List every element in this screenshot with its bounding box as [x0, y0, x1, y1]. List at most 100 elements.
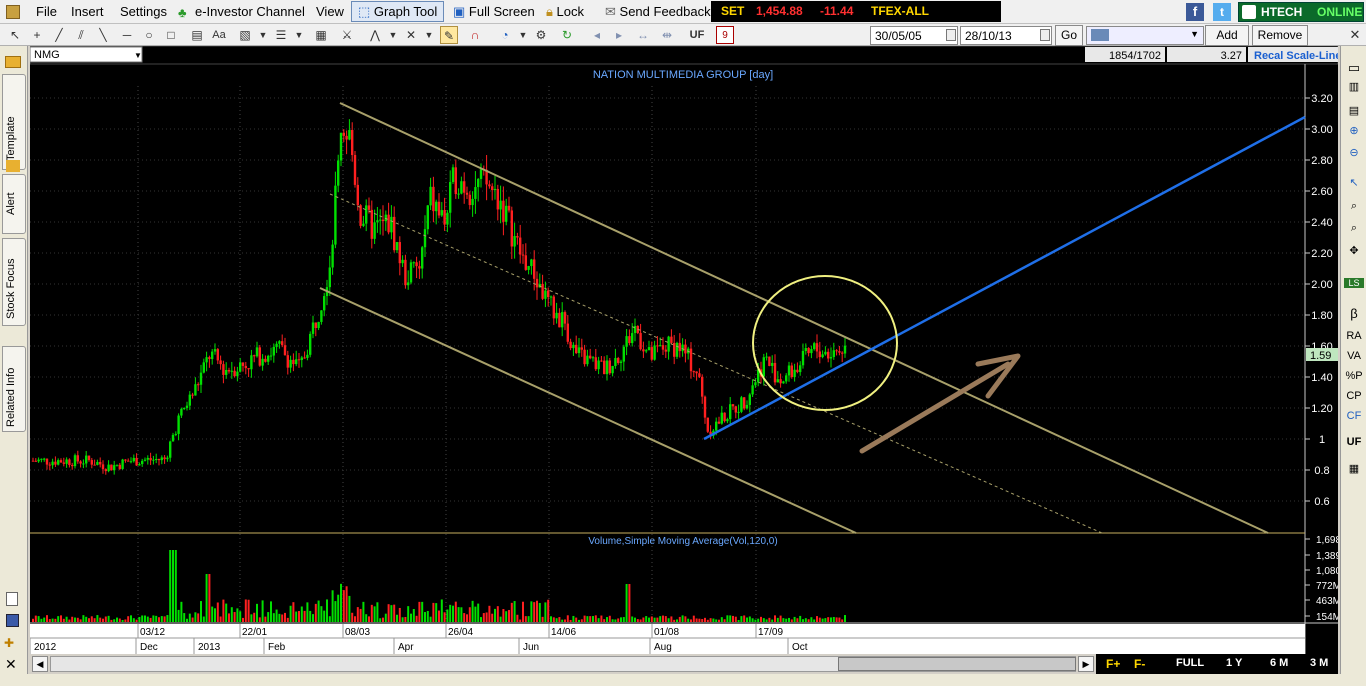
trendline[interactable]: [703, 115, 1306, 441]
template-select[interactable]: ▼: [1086, 26, 1204, 45]
volume-bar: [799, 615, 802, 622]
pan-icon[interactable]: ✥: [1344, 244, 1364, 257]
date-from-field[interactable]: 30/05/05: [870, 26, 958, 45]
magnify-out-icon[interactable]: ⌕: [1344, 222, 1364, 235]
uf-button[interactable]: UF: [688, 26, 706, 44]
add-button[interactable]: Add: [1205, 25, 1249, 46]
menu-settings[interactable]: Settings: [120, 4, 167, 19]
tool-percent-p[interactable]: %P: [1344, 370, 1364, 382]
tab-template[interactable]: Template: [2, 74, 26, 170]
close-panel-icon[interactable]: ✕: [5, 656, 17, 673]
chevron-down-icon[interactable]: ▼: [254, 26, 272, 44]
full-screen-button[interactable]: ▣ Full Screen: [446, 1, 542, 22]
close-icon[interactable]: ✕: [1346, 26, 1364, 44]
zoom-in-icon[interactable]: ⊕: [1344, 124, 1364, 137]
line-tool-icon[interactable]: ╱: [50, 26, 68, 44]
tool-ra[interactable]: RA: [1344, 330, 1364, 342]
volume-bar: [214, 608, 216, 622]
crosshair-icon[interactable]: +: [28, 26, 46, 44]
layout-icon[interactable]: ▤: [1344, 104, 1364, 117]
pointer-icon[interactable]: ↖: [6, 26, 24, 44]
expand-icon[interactable]: ↔: [634, 26, 652, 44]
beta-icon[interactable]: β: [1344, 306, 1364, 321]
channel-upper-line[interactable]: [339, 102, 1269, 534]
fibonacci-icon[interactable]: ▧: [236, 26, 254, 44]
magnet-icon[interactable]: ∩: [466, 26, 484, 44]
delete-drawing-icon[interactable]: ✕: [402, 26, 420, 44]
calendar-picker-icon[interactable]: [946, 29, 956, 41]
pencil-icon[interactable]: ✎: [440, 26, 458, 44]
range-6m-button[interactable]: 6 M: [1270, 657, 1288, 669]
zoom-out-icon[interactable]: ⊖: [1344, 146, 1364, 159]
scroll-right-icon[interactable]: ▶: [1078, 656, 1094, 672]
send-feedback-button[interactable]: ✉ Send Feedback: [598, 1, 718, 22]
rectangle-tool-icon[interactable]: □: [162, 26, 180, 44]
tab-stock-focus[interactable]: Stock Focus: [2, 238, 26, 326]
lock-button[interactable]: 🔒︎ Lock: [539, 1, 591, 22]
price-chart-panel[interactable]: NMG ▼ 1854/1702 3.27 Recal Scale-Line NA…: [29, 45, 1349, 654]
scrollbar-thumb[interactable]: [838, 657, 1076, 671]
volume-bar: [600, 615, 603, 622]
chart-settings-icon[interactable]: ▥: [1344, 80, 1364, 93]
range-full-button[interactable]: FULL: [1176, 657, 1204, 669]
tool-cf[interactable]: CF: [1344, 410, 1364, 422]
chevron-down-icon[interactable]: ▼: [384, 26, 402, 44]
wave-tool-icon[interactable]: ⋀: [366, 26, 384, 44]
remove-button[interactable]: Remove: [1252, 25, 1308, 46]
chevron-down-icon[interactable]: ▼: [290, 26, 308, 44]
cursor-icon[interactable]: ↖: [1344, 176, 1364, 189]
tab-alert[interactable]: Alert: [2, 174, 26, 234]
arrow-right-icon[interactable]: ▸: [610, 26, 628, 44]
go-button[interactable]: Go: [1055, 25, 1083, 46]
twitter-icon[interactable]: t: [1213, 3, 1231, 21]
circle-tool-icon[interactable]: ○: [140, 26, 158, 44]
scroll-left-icon[interactable]: ◀: [32, 656, 48, 672]
menu-file[interactable]: File: [36, 4, 57, 19]
facebook-icon[interactable]: f: [1186, 3, 1204, 21]
add-item-icon[interactable]: ✚: [4, 636, 14, 650]
text-tool-icon[interactable]: Aa: [210, 26, 228, 44]
zoom-window-icon[interactable]: ▭: [1344, 60, 1364, 76]
horizontal-scrollbar[interactable]: [50, 656, 1076, 672]
horizontal-line-icon[interactable]: ─: [118, 26, 136, 44]
highlight-circle[interactable]: [752, 275, 898, 411]
cycle-icon[interactable]: ◔: [496, 26, 514, 44]
date-to-field[interactable]: 28/10/13: [960, 26, 1052, 45]
magnify-icon[interactable]: ⌕: [1344, 200, 1364, 213]
menu-view[interactable]: View: [316, 4, 344, 19]
menu-insert[interactable]: Insert: [71, 4, 104, 19]
ray-tool-icon[interactable]: ╲: [94, 26, 112, 44]
font-decrease-button[interactable]: F-: [1134, 657, 1145, 671]
ls-icon[interactable]: LS: [1344, 278, 1364, 288]
shrink-icon[interactable]: ⇹: [658, 26, 676, 44]
menu-e-investor-channel[interactable]: e-Investor Channel: [195, 4, 305, 19]
new-page-icon[interactable]: [6, 592, 18, 606]
tool-va[interactable]: VA: [1344, 350, 1364, 362]
calendar-icon[interactable]: 9: [716, 26, 734, 44]
refresh-icon[interactable]: ↻: [558, 26, 576, 44]
grid-toggle-icon[interactable]: ▦: [1344, 462, 1364, 475]
grid-tool-icon[interactable]: ▦: [312, 26, 330, 44]
arrow-left-icon[interactable]: ◂: [588, 26, 606, 44]
font-increase-button[interactable]: F+: [1106, 657, 1120, 671]
tool-uf[interactable]: UF: [1344, 436, 1364, 448]
tool-cp[interactable]: CP: [1344, 390, 1364, 402]
calendar-picker-icon[interactable]: [1040, 29, 1050, 41]
save-icon[interactable]: [6, 614, 19, 627]
chevron-down-icon[interactable]: ▼: [514, 26, 532, 44]
graph-tool-button[interactable]: ⬚ Graph Tool: [351, 1, 445, 22]
range-3m-button[interactable]: 3 M: [1310, 657, 1328, 669]
folder-icon[interactable]: [5, 56, 21, 68]
range-1y-button[interactable]: 1 Y: [1226, 657, 1242, 669]
chevron-down-icon[interactable]: ▼: [420, 26, 438, 44]
gann-tool-icon[interactable]: ⚔: [338, 26, 356, 44]
volume-bar: [440, 599, 443, 622]
candle-body: [832, 350, 835, 357]
parallel-line-icon[interactable]: ⫽: [72, 26, 90, 44]
settings-gear-icon[interactable]: ⚙: [532, 26, 550, 44]
line-style-icon[interactable]: ☰: [272, 26, 290, 44]
candlestick-chart[interactable]: NMG ▼ 1854/1702 3.27 Recal Scale-Line NA…: [29, 45, 1349, 654]
ruler-icon[interactable]: ▤: [188, 26, 206, 44]
channel-lower-line[interactable]: [319, 287, 857, 534]
tab-related-info[interactable]: Related Info: [2, 346, 26, 432]
